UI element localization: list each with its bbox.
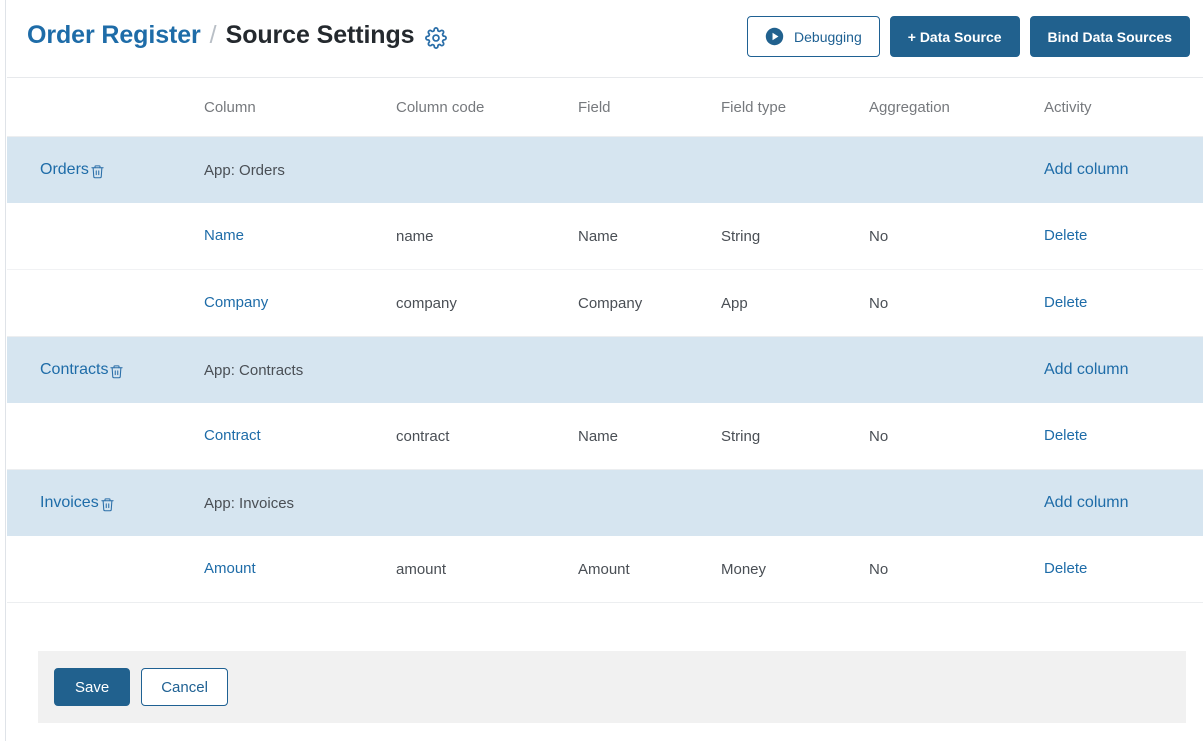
row-field-type-cell: App — [721, 294, 748, 312]
source-app-label: App: Contracts — [204, 361, 304, 379]
table-row: Contract contract Name String No Delete — [7, 403, 1203, 470]
source-name-link[interactable]: Invoices — [40, 494, 115, 512]
page-header: Order Register / Source Settings Debuggi… — [7, 0, 1203, 78]
row-aggregation-cell: No — [869, 560, 889, 578]
row-column-code-cell: name — [396, 227, 434, 245]
row-activity-cell: Delete — [1044, 560, 1197, 578]
source-group-row: Orders App: Orders Add column — [7, 137, 1203, 203]
group-activity-cell: Add column — [1044, 161, 1197, 179]
source-settings-page: Order Register / Source Settings Debuggi… — [0, 0, 1203, 741]
source-app-label: App: Invoices — [204, 494, 295, 512]
breadcrumb-root-link[interactable]: Order Register — [27, 21, 201, 50]
source-group-row: Invoices App: Invoices Add column — [7, 470, 1203, 536]
row-column-code-cell: amount — [396, 560, 447, 578]
table-row: Company company Company App No Delete — [7, 270, 1203, 337]
breadcrumb: Order Register / Source Settings — [27, 21, 448, 50]
row-column-cell: Company — [204, 294, 396, 312]
row-field-cell: Name — [578, 427, 619, 445]
row-activity-cell: Delete — [1044, 227, 1197, 245]
delete-link[interactable]: Delete — [1044, 294, 1087, 311]
source-app-label: App: Orders — [204, 161, 285, 179]
add-column-link[interactable]: Add column — [1044, 494, 1129, 511]
group-activity-cell: Add column — [1044, 494, 1197, 512]
row-field-type-cell: String — [721, 427, 761, 445]
column-name-link[interactable]: Name — [204, 227, 244, 244]
column-header-aggregation: Aggregation — [869, 99, 950, 116]
row-field-cell: Amount — [578, 560, 630, 578]
column-header-field: Field — [578, 99, 611, 116]
trash-icon[interactable] — [100, 496, 115, 513]
save-button-label: Save — [75, 678, 110, 696]
column-name-link[interactable]: Contract — [204, 427, 261, 444]
row-column-cell: Name — [204, 227, 396, 245]
gear-icon[interactable] — [425, 26, 448, 49]
row-field-type-cell: String — [721, 227, 761, 245]
row-column-cell: Amount — [204, 560, 396, 578]
row-column-cell: Contract — [204, 427, 396, 445]
add-data-source-label: + Data Source — [907, 28, 1002, 45]
debugging-button-label: Debugging — [794, 28, 862, 45]
debugging-button[interactable]: Debugging — [747, 16, 880, 57]
row-aggregation-cell: No — [869, 427, 889, 445]
source-group-name-cell: Invoices — [7, 494, 204, 512]
source-settings-table: Column Column code Field Field type Aggr… — [7, 79, 1203, 603]
save-button[interactable]: Save — [54, 668, 131, 706]
row-field-cell: Company — [578, 294, 643, 312]
add-column-link[interactable]: Add column — [1044, 361, 1129, 378]
delete-link[interactable]: Delete — [1044, 427, 1087, 444]
column-name-link[interactable]: Amount — [204, 560, 256, 577]
column-header-column: Column — [204, 99, 256, 116]
source-group-name-cell: Contracts — [7, 361, 204, 379]
add-column-link[interactable]: Add column — [1044, 161, 1129, 178]
source-name-link[interactable]: Contracts — [40, 361, 124, 379]
row-aggregation-cell: No — [869, 227, 889, 245]
column-header-column-code: Column code — [396, 99, 485, 116]
source-name-label: Orders — [40, 161, 89, 178]
source-name-label: Invoices — [40, 494, 99, 511]
table-header-row: Column Column code Field Field type Aggr… — [7, 79, 1203, 137]
source-name-link[interactable]: Orders — [40, 161, 105, 179]
column-header-field-type: Field type — [721, 99, 787, 116]
window-left-rail — [0, 0, 6, 741]
row-field-type-cell: Money — [721, 560, 767, 578]
column-header-activity: Activity — [1044, 99, 1092, 116]
table-row: Name name Name String No Delete — [7, 203, 1203, 270]
group-activity-cell: Add column — [1044, 361, 1197, 379]
bind-data-sources-button[interactable]: Bind Data Sources — [1029, 16, 1190, 57]
bind-data-sources-label: Bind Data Sources — [1047, 28, 1172, 45]
add-data-source-button[interactable]: + Data Source — [889, 16, 1020, 57]
source-name-label: Contracts — [40, 361, 109, 378]
trash-icon[interactable] — [90, 163, 105, 180]
cancel-button[interactable]: Cancel — [141, 668, 228, 706]
source-group-row: Contracts App: Contracts Add column — [7, 337, 1203, 403]
row-field-cell: Name — [578, 227, 619, 245]
header-actions: Debugging + Data Source Bind Data Source… — [747, 16, 1190, 57]
trash-icon[interactable] — [109, 363, 124, 380]
row-aggregation-cell: No — [869, 294, 889, 312]
delete-link[interactable]: Delete — [1044, 227, 1087, 244]
footer-action-bar: Save Cancel — [38, 651, 1186, 723]
row-column-code-cell: company — [396, 294, 457, 312]
row-activity-cell: Delete — [1044, 294, 1197, 312]
breadcrumb-separator: / — [209, 21, 217, 49]
page-title: Source Settings — [225, 21, 415, 49]
column-name-link[interactable]: Company — [204, 294, 268, 311]
row-activity-cell: Delete — [1044, 427, 1197, 445]
source-group-name-cell: Orders — [7, 161, 204, 179]
row-column-code-cell: contract — [396, 427, 450, 445]
delete-link[interactable]: Delete — [1044, 560, 1087, 577]
play-circle-icon — [765, 27, 784, 46]
table-row: Amount amount Amount Money No Delete — [7, 536, 1203, 603]
cancel-button-label: Cancel — [161, 678, 208, 696]
